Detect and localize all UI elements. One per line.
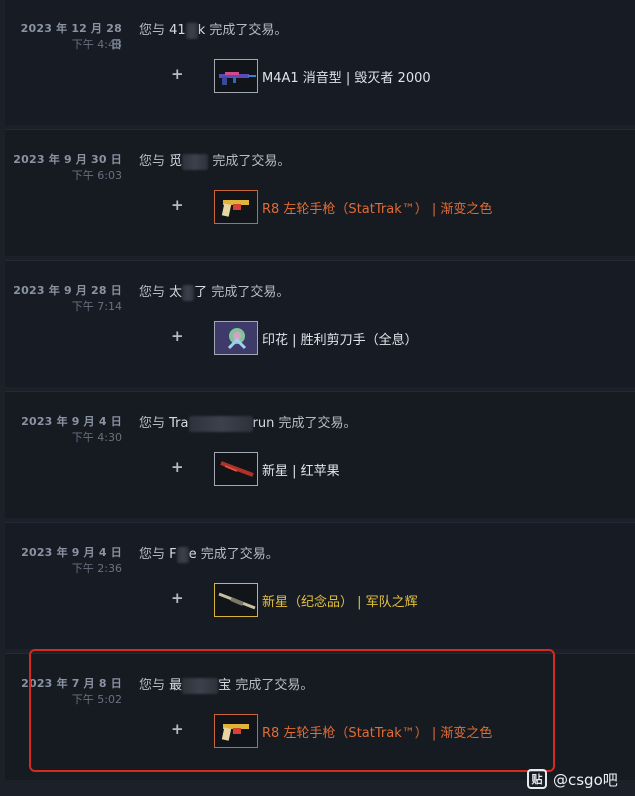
item-name[interactable]: R8 左轮手枪（StatTrak™） | 渐变之色 — [262, 198, 492, 217]
item-thumbnail[interactable] — [214, 190, 258, 224]
redaction-mask — [182, 284, 195, 301]
trade-description: 您与 觅 完成了交易。 — [139, 150, 290, 170]
item-thumbnail[interactable] — [214, 321, 258, 355]
trade-prefix: 您与 — [139, 547, 166, 562]
trade-prefix: 您与 — [139, 416, 166, 431]
trade-time: 下午 2:36 — [71, 562, 122, 575]
item-thumbnail[interactable] — [214, 452, 258, 486]
trade-suffix: 完成了交易。 — [235, 678, 314, 693]
trade-partner-name[interactable]: 最宝 — [169, 677, 232, 694]
trade-prefix: 您与 — [139, 678, 166, 693]
plus-icon: + — [171, 327, 184, 345]
shotgun-icon — [220, 461, 254, 477]
trade-entry: 2023 年 9 月 4 日 下午 4:30 您与 Tra run 完成了交易。 … — [5, 391, 635, 518]
trade-suffix: 完成了交易。 — [211, 285, 290, 300]
trade-prefix: 您与 — [139, 285, 166, 300]
revolver-icon — [221, 200, 249, 217]
item-name[interactable]: R8 左轮手枪（StatTrak™） | 渐变之色 — [262, 722, 492, 741]
trade-suffix: 完成了交易。 — [200, 547, 279, 562]
trade-prefix: 您与 — [139, 154, 166, 169]
item-thumbnail[interactable] — [214, 714, 258, 748]
trade-suffix: 完成了交易。 — [212, 154, 291, 169]
partner-name-start: Tra — [169, 416, 189, 431]
watermark: 贴 @csgo吧 — [527, 768, 618, 790]
trade-partner-name[interactable]: 觅 — [169, 153, 209, 170]
trade-entry: 2023 年 7 月 8 日 下午 5:02 您与 最宝 完成了交易。 + R8… — [5, 653, 635, 780]
item-thumbnail[interactable] — [214, 583, 258, 617]
partner-name-start: 最 — [169, 678, 183, 693]
rifle-icon — [219, 72, 256, 85]
trade-description: 您与 最宝 完成了交易。 — [139, 674, 313, 694]
trade-date: 2023 年 9 月 30 日 — [13, 153, 122, 166]
trade-time: 下午 6:03 — [71, 169, 122, 182]
partner-name-end: 了 — [194, 285, 208, 300]
trade-description: 您与 太了 完成了交易。 — [139, 281, 289, 301]
redaction-mask — [182, 153, 209, 170]
item-name[interactable]: 新星 | 红苹果 — [262, 460, 340, 479]
plus-icon: + — [171, 720, 184, 738]
redaction-mask — [188, 415, 253, 432]
trade-description: 您与 Tra run 完成了交易。 — [139, 412, 356, 432]
trade-partner-name[interactable]: Tra run — [169, 415, 275, 432]
item-name[interactable]: M4A1 消音型 | 毁灭者 2000 — [262, 67, 431, 86]
item-name[interactable]: 印花 | 胜利剪刀手（全息） — [262, 329, 418, 348]
trade-partner-name[interactable]: Fe — [169, 546, 197, 563]
trade-suffix: 完成了交易。 — [209, 23, 288, 38]
partner-name-end: run — [252, 416, 275, 431]
trade-prefix: 您与 — [139, 23, 166, 38]
partner-name-start: 41 — [169, 23, 186, 38]
redaction-mask — [185, 22, 198, 39]
trade-entry: 2023 年 9 月 30 日 下午 6:03 您与 觅 完成了交易。 + R8… — [5, 129, 635, 256]
trade-history-page: 2023 年 12 月 28 日 下午 4:48 您与 41 k 完成了交易。 +… — [0, 0, 635, 796]
shotgun-icon — [218, 592, 256, 610]
plus-icon: + — [171, 65, 184, 83]
plus-icon: + — [171, 196, 184, 214]
trade-suffix: 完成了交易。 — [278, 416, 357, 431]
item-thumbnail[interactable] — [214, 59, 258, 93]
trade-time: 下午 5:02 — [71, 693, 122, 706]
trade-date: 2023 年 9 月 4 日 — [21, 546, 122, 559]
trade-description: 您与 41 k 完成了交易。 — [139, 19, 287, 39]
trade-date: 2023 年 7 月 8 日 — [21, 677, 122, 690]
plus-icon: + — [171, 458, 184, 476]
partner-name-end: e — [188, 547, 197, 562]
plus-icon: + — [171, 589, 184, 607]
revolver-icon — [221, 724, 249, 741]
redaction-mask — [176, 546, 189, 563]
trade-date: 2023 年 9 月 4 日 — [21, 415, 122, 428]
sticker-icon — [215, 322, 257, 354]
redaction-mask — [182, 677, 219, 694]
trade-description: 您与 Fe 完成了交易。 — [139, 543, 279, 563]
watermark-text: @csgo吧 — [553, 770, 618, 789]
trade-partner-name[interactable]: 41 k — [169, 22, 206, 39]
trade-time: 下午 4:48 — [71, 38, 122, 51]
partner-name-start: F — [169, 547, 177, 562]
trade-time: 下午 4:30 — [71, 431, 122, 444]
trade-date: 2023 年 9 月 28 日 — [13, 284, 122, 297]
trade-partner-name[interactable]: 太了 — [169, 284, 208, 301]
tieba-icon: 贴 — [527, 769, 547, 789]
partner-name-start: 太 — [169, 285, 183, 300]
trade-entry: 2023 年 9 月 4 日 下午 2:36 您与 Fe 完成了交易。 + 新星… — [5, 522, 635, 649]
trade-time: 下午 7:14 — [71, 300, 122, 313]
partner-name-end: k — [197, 23, 206, 38]
partner-name-end: 宝 — [218, 678, 232, 693]
partner-name-start: 觅 — [169, 154, 183, 169]
trade-entry: 2023 年 12 月 28 日 下午 4:48 您与 41 k 完成了交易。 +… — [5, 0, 635, 125]
trade-entry: 2023 年 9 月 28 日 下午 7:14 您与 太了 完成了交易。 + 印… — [5, 260, 635, 387]
item-name[interactable]: 新星（纪念品） | 军队之辉 — [262, 591, 418, 610]
